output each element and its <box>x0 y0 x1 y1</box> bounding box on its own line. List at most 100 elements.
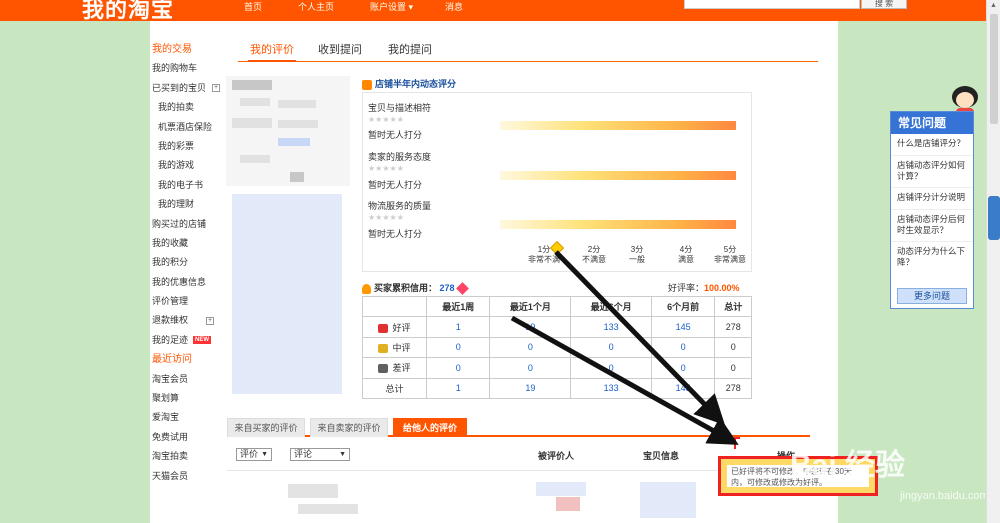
recent-item[interactable]: 天猫会员 <box>152 467 224 486</box>
row-blur <box>556 497 580 511</box>
row-blur <box>640 482 696 518</box>
nav-home[interactable]: 首页 <box>244 0 262 13</box>
tab-given-to-others[interactable]: 给他人的评价 <box>393 418 467 437</box>
scale-4: 4分 满意 <box>666 245 706 265</box>
table-cell[interactable]: 0 <box>570 357 652 379</box>
expand-icon[interactable]: + <box>212 84 221 93</box>
nav-profile[interactable]: 个人主页 <box>298 0 334 13</box>
nav-item-shops[interactable]: 购买过的店铺 <box>152 215 224 234</box>
recent-item[interactable]: 淘宝会员 <box>152 370 224 389</box>
scale-desc: 不满意 <box>582 255 606 264</box>
recent-item[interactable]: 免费试用 <box>152 428 224 447</box>
tab-from-sellers[interactable]: 来自卖家的评价 <box>310 418 388 437</box>
faq-question[interactable]: 什么是店铺评分？ <box>891 134 973 156</box>
table-header: 最近6个月 <box>570 295 652 318</box>
row-label-text: 中评 <box>392 342 411 353</box>
rating-bar <box>500 121 736 130</box>
new-badge: NEW <box>193 336 212 345</box>
nav-item-refund[interactable]: 退款维权 + <box>152 311 224 330</box>
scale-desc: 非常满意 <box>714 255 746 264</box>
table-cell[interactable]: 133 <box>570 316 652 338</box>
stars-icon: ★★★★★ <box>368 213 404 222</box>
comment-select[interactable]: 评论 ▼ <box>290 448 350 461</box>
rating-select[interactable]: 评价 ▼ <box>236 448 272 461</box>
col-reviewee: 被评价人 <box>538 451 575 461</box>
diamond-icon <box>455 282 469 295</box>
good-rate-label: 好评率： <box>668 283 705 293</box>
search-button[interactable]: 搜 索 <box>861 0 907 9</box>
nav-item-label: 我的足迹 <box>152 334 189 345</box>
criterion-label: 卖家的服务态度 <box>368 152 432 162</box>
table-header: 6个月前 <box>650 295 716 318</box>
row-blur <box>536 482 586 496</box>
side-widget[interactable] <box>988 196 1000 240</box>
criterion-label: 物流服务的质量 <box>368 201 432 211</box>
nav-item-ebook[interactable]: 我的电子书 <box>152 176 224 195</box>
nav-section-my-trades[interactable]: 我的交易 <box>152 40 224 59</box>
nav-item-cart[interactable]: 我的购物车 <box>152 59 224 78</box>
table-cell[interactable]: 145 <box>650 377 716 399</box>
more-questions-button[interactable]: 更多问题 <box>897 288 967 304</box>
recent-item[interactable]: 淘宝拍卖 <box>152 447 224 466</box>
table-cell[interactable]: 0 <box>425 336 491 359</box>
faq-question[interactable]: 动态评分为什么下降？ <box>891 242 973 274</box>
profile-blur <box>232 118 272 128</box>
table-cell[interactable]: 133 <box>570 377 652 399</box>
table-cell[interactable]: 0 <box>425 357 491 379</box>
tab-from-buyers[interactable]: 来自买家的评价 <box>227 418 305 437</box>
select-value: 评价 <box>240 449 259 459</box>
nav-item-lottery[interactable]: 我的彩票 <box>152 137 224 156</box>
faq-question[interactable]: 店铺评分计分说明 <box>891 188 973 210</box>
tab-received-questions[interactable]: 收到提问 <box>318 40 362 62</box>
review-tabs: 来自买家的评价 来自卖家的评价 给他人的评价 <box>227 416 810 437</box>
nav-item-travel[interactable]: 机票酒店保险 <box>152 118 224 137</box>
table-cell[interactable]: 0 <box>650 336 716 359</box>
scale-score: 2分 <box>587 245 601 254</box>
buyer-icon <box>362 283 371 294</box>
table-cell[interactable]: 0 <box>489 336 572 359</box>
neutral-review-icon <box>378 344 389 354</box>
table-cell[interactable]: 1 <box>425 377 491 399</box>
scale-score: 4分 <box>679 245 693 254</box>
tab-my-reviews[interactable]: 我的评价 <box>248 40 296 62</box>
nav-item-bought[interactable]: 已买到的宝贝 + <box>152 79 224 98</box>
faq-title: 常见问题 <box>891 112 973 134</box>
scale-desc: 满意 <box>678 255 694 264</box>
table-cell[interactable]: 19 <box>489 316 572 338</box>
nav-item-games[interactable]: 我的游戏 <box>152 156 224 175</box>
expand-icon[interactable]: + <box>206 317 215 326</box>
nav-item-points[interactable]: 我的积分 <box>152 253 224 272</box>
nav-item-footprint[interactable]: 我的足迹 NEW <box>152 331 224 350</box>
nav-messages[interactable]: 消息 <box>445 0 463 13</box>
table-cell[interactable]: 145 <box>650 316 716 338</box>
page-scrollbar[interactable]: ▲ <box>986 0 1000 523</box>
nav-item-reviews[interactable]: 评价管理 <box>152 292 224 311</box>
nav-item-finance[interactable]: 我的理财 <box>152 195 224 214</box>
faq-question[interactable]: 店铺动态评分后何时生效显示？ <box>891 210 973 242</box>
stars-icon: ★★★★★ <box>368 115 404 124</box>
scroll-up-icon[interactable]: ▲ <box>990 2 997 9</box>
table-cell[interactable]: 1 <box>425 316 491 338</box>
table-cell[interactable]: 0 <box>489 357 572 379</box>
profile-blur <box>232 194 342 394</box>
table-cell[interactable]: 0 <box>650 357 716 379</box>
profile-blur <box>278 120 318 128</box>
nav-item-auction[interactable]: 我的拍卖 <box>152 98 224 117</box>
table-cell[interactable]: 0 <box>570 336 652 359</box>
search-input[interactable] <box>684 0 860 9</box>
table-row: 差评 0 0 0 0 0 <box>362 357 752 379</box>
recent-item[interactable]: 聚划算 <box>152 389 224 408</box>
credit-score[interactable]: 278 <box>440 283 455 293</box>
nav-account-settings[interactable]: 账户设置 ▾ <box>370 0 413 13</box>
row-blur <box>288 484 338 498</box>
criterion-status: 暂时无人打分 <box>368 180 423 190</box>
recent-item[interactable]: 爱淘宝 <box>152 408 224 427</box>
nav-item-coupons[interactable]: 我的优惠信息 <box>152 273 224 292</box>
stats-table: 最近1周 最近1个月 最近6个月 6个月前 总计 好评 1 19 133 145… <box>362 295 752 399</box>
scale-5: 5分 非常满意 <box>710 245 750 265</box>
table-cell[interactable]: 19 <box>489 377 572 399</box>
faq-question[interactable]: 店铺动态评分如何计算？ <box>891 156 973 188</box>
tab-my-questions[interactable]: 我的提问 <box>388 40 432 62</box>
nav-item-favorites[interactable]: 我的收藏 <box>152 234 224 253</box>
scroll-thumb[interactable] <box>990 14 998 124</box>
